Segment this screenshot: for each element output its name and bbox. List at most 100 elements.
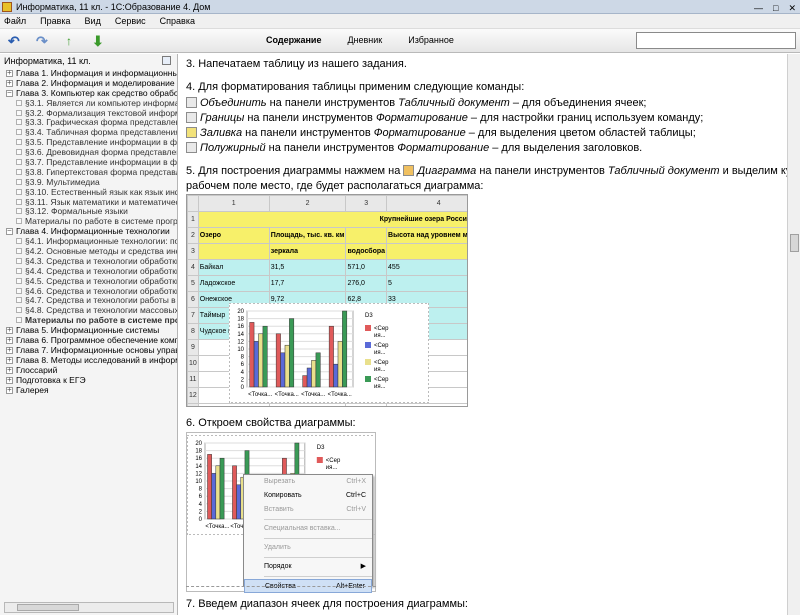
bullet-fill: Заливка на панели инструментов Форматиро…: [186, 126, 696, 141]
sidebar-item[interactable]: §3.3. Графическая форма представлени: [0, 118, 177, 128]
y-tick-label: 14: [237, 332, 244, 338]
y-tick-label: 12: [195, 471, 202, 477]
back-icon[interactable]: ↶: [8, 33, 20, 49]
legend-swatch: [365, 376, 371, 382]
sidebar-item[interactable]: §3.8. Гипертекстовая форма представле: [0, 168, 177, 178]
context-menu-item[interactable]: Вставить Ctrl+V: [244, 503, 372, 517]
y-tick-label: 14: [195, 464, 202, 470]
menu-service[interactable]: Сервис: [115, 14, 146, 28]
sidebar-item[interactable]: §3.10. Естественный язык как язык инфо: [0, 188, 177, 198]
legend-label: <Сер: [374, 360, 389, 366]
close-icon[interactable]: ✕: [788, 1, 796, 15]
x-tick-label: <Точка...: [275, 392, 299, 398]
sidebar-item[interactable]: §4.7. Средства и технологии работы в гл: [0, 296, 177, 306]
menu-view[interactable]: Вид: [85, 14, 101, 28]
y-tick-label: 20: [237, 309, 244, 315]
step-5-text-cont: рабочем поле место, где будет располагат…: [186, 180, 484, 192]
tab-diary[interactable]: Дневник: [347, 35, 382, 45]
sidebar-item[interactable]: §3.1. Является ли компьютер информац: [0, 99, 177, 109]
sidebar-item[interactable]: §4.3. Средства и технологии обработки т: [0, 257, 177, 267]
bar: [315, 352, 321, 388]
sidebar-item[interactable]: §4.4. Средства и технологии обработки ч: [0, 267, 177, 277]
context-menu-item[interactable]: Порядок ▶: [244, 560, 372, 574]
bar: [236, 484, 242, 520]
toolbar: ↶ ↷ ↑ ⬇ Содержание Дневник Избранное: [0, 29, 800, 53]
bar: [284, 344, 290, 388]
bullet-borders: Границы на панели инструментов Форматиро…: [186, 111, 703, 126]
sidebar-item[interactable]: Материалы по работе в системе програ: [0, 217, 177, 227]
bar: [215, 465, 221, 520]
bar: [211, 473, 217, 520]
y-tick-label: 16: [237, 324, 244, 330]
maximize-icon[interactable]: □: [773, 1, 778, 15]
legend-label: <Сер: [374, 326, 389, 332]
sidebar-item[interactable]: §3.7. Представление информации в фор: [0, 158, 177, 168]
sidebar-title: Информатика, 11 кл.: [4, 56, 91, 66]
sidebar-item[interactable]: §4.2. Основные методы и средства инфо: [0, 247, 177, 257]
sidebar-item[interactable]: §4.5. Средства и технологии обработки г: [0, 277, 177, 287]
sidebar-item[interactable]: Глава 3. Компьютер как средство обработк: [0, 89, 177, 99]
context-menu-item[interactable]: Удалить: [244, 541, 372, 555]
bar: [280, 352, 286, 388]
sidebar-item[interactable]: §4.1. Информационные технологии: пон: [0, 237, 177, 247]
sync-icon[interactable]: [162, 56, 171, 65]
tab-contents[interactable]: Содержание: [266, 35, 321, 45]
chart-placeholder: 20181614121086420<Точка... <Точка... <Точк…: [229, 303, 429, 403]
sidebar-item[interactable]: Глава 8. Методы исследований в информа: [0, 356, 177, 366]
sidebar-item[interactable]: Подготовка к ЕГЭ: [0, 376, 177, 386]
search-input[interactable]: [636, 32, 796, 49]
step-3-text: 3. Напечатаем таблицу из нашего задания.: [186, 58, 407, 70]
menu-help[interactable]: Справка: [160, 14, 195, 28]
sidebar: Информатика, 11 кл. Глава 1. Информация …: [0, 54, 178, 615]
sidebar-item[interactable]: Глава 1. Информация и информационные: [0, 69, 177, 79]
sidebar-item[interactable]: §3.6. Древовидная форма представлени: [0, 148, 177, 158]
bar: [219, 457, 225, 520]
sidebar-item[interactable]: §3.5. Представление информации в фор: [0, 138, 177, 148]
bar: [253, 341, 259, 388]
context-menu-item[interactable]: Вырезать Ctrl+X: [244, 475, 372, 489]
sidebar-hscrollbar[interactable]: [4, 602, 174, 613]
sidebar-item[interactable]: §3.4. Табличная форма представления: [0, 128, 177, 138]
sidebar-item[interactable]: §3.11. Язык математики и математичес: [0, 198, 177, 208]
forward-icon[interactable]: ↷: [36, 33, 48, 49]
sidebar-item[interactable]: Глава 2. Информация и моделирование: [0, 79, 177, 89]
sidebar-item[interactable]: Глава 5. Информационные системы: [0, 326, 177, 336]
menu-bar: Файл Правка Вид Сервис Справка: [0, 14, 800, 29]
sidebar-item[interactable]: Глава 6. Программное обеспечение компь: [0, 336, 177, 346]
tab-favorites[interactable]: Избранное: [408, 35, 454, 45]
y-tick-label: 20: [195, 441, 202, 447]
bar: [328, 325, 334, 388]
y-tick-label: 18: [237, 317, 244, 323]
content-area: 3. Напечатаем таблицу из нашего задания.…: [179, 54, 787, 615]
legend-label: ия...: [374, 333, 386, 339]
sidebar-item[interactable]: §3.2. Формализация текстовой информа: [0, 109, 177, 119]
sidebar-item[interactable]: §4.6. Средства и технологии обработки з: [0, 287, 177, 297]
y-tick-label: 16: [195, 456, 202, 462]
menu-file[interactable]: Файл: [4, 14, 26, 28]
title-bar: Информатика, 11 кл. - 1С:Образование 4. …: [0, 0, 800, 14]
x-tick-label: <Точка...: [248, 392, 272, 398]
sidebar-item[interactable]: Глава 7. Информационные основы управле: [0, 346, 177, 356]
step-6-text: 6. Откроем свойства диаграммы:: [186, 417, 356, 429]
minimize-icon[interactable]: —: [754, 1, 763, 15]
bar: [289, 318, 295, 388]
sidebar-item[interactable]: §3.9. Мультимедиа: [0, 178, 177, 188]
step-7-text: 7. Введем диапазон ячеек для построения …: [186, 598, 468, 610]
down-arrow-icon[interactable]: ⬇: [92, 33, 104, 49]
sidebar-item[interactable]: Галерея: [0, 386, 177, 396]
sidebar-item[interactable]: Глава 4. Информационные технологии: [0, 227, 177, 237]
menu-edit[interactable]: Правка: [40, 14, 70, 28]
legend-label: <Сер: [326, 458, 341, 464]
bar: [302, 375, 308, 388]
content-vscrollbar[interactable]: [787, 54, 800, 615]
sidebar-item[interactable]: Глоссарий: [0, 366, 177, 376]
sidebar-item[interactable]: §4.8. Средства и технологии массовых ко: [0, 306, 177, 316]
context-menu-item[interactable]: Специальная вставка...: [244, 522, 372, 536]
up-icon[interactable]: ↑: [66, 33, 72, 49]
sidebar-item[interactable]: §3.12. Формальные языки: [0, 207, 177, 217]
merge-icon: [186, 97, 197, 108]
y-tick-label: 10: [195, 479, 202, 485]
sidebar-item[interactable]: Материалы по работе в системе програ: [0, 316, 177, 326]
legend-swatch: [365, 359, 371, 365]
context-menu-item[interactable]: Копировать Ctrl+C: [244, 489, 372, 503]
